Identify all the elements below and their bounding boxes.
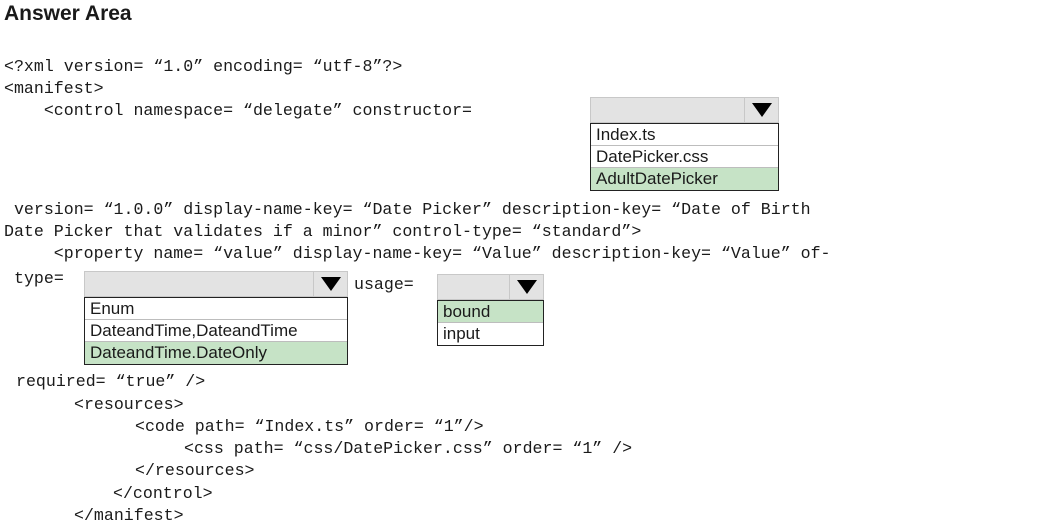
- usage-dropdown-field[interactable]: [437, 274, 544, 300]
- constructor-option-adultdatepicker[interactable]: AdultDatePicker: [591, 168, 778, 190]
- usage-options-list: bound input: [437, 300, 544, 346]
- code-line-manifest-open: <manifest>: [4, 79, 104, 98]
- code-line-resources-close: </resources>: [135, 461, 255, 480]
- type-option-dateandtime-dateonly[interactable]: DateandTime.DateOnly: [85, 342, 347, 364]
- code-line-required: required= “true” />: [16, 372, 206, 391]
- code-line-xml-decl: <?xml version= “1.0” encoding= “utf-8”?>: [4, 57, 403, 76]
- chevron-down-icon: [320, 277, 341, 291]
- constructor-dropdown-button[interactable]: [744, 98, 778, 122]
- code-line-control-open: <control namespace= “delegate” construct…: [4, 101, 473, 120]
- chevron-down-icon: [751, 103, 772, 117]
- code-line-control-close: </control>: [113, 484, 213, 503]
- code-line-code-path: <code path= “Index.ts” order= “1”/>: [135, 417, 484, 436]
- type-option-enum[interactable]: Enum: [85, 298, 347, 320]
- constructor-option-index-ts[interactable]: Index.ts: [591, 124, 778, 146]
- code-line-usage-label: usage=: [354, 275, 414, 294]
- chevron-down-icon: [516, 280, 537, 294]
- constructor-option-datepicker-css[interactable]: DatePicker.css: [591, 146, 778, 168]
- type-dropdown-field[interactable]: [84, 271, 348, 297]
- usage-option-input[interactable]: input: [438, 323, 543, 345]
- answer-area-title: Answer Area: [4, 2, 132, 25]
- code-line-description: Date Picker that validates if a minor” c…: [4, 222, 642, 241]
- code-line-manifest-close: </manifest>: [74, 506, 184, 525]
- constructor-dropdown-field[interactable]: [590, 97, 779, 123]
- type-dropdown-button[interactable]: [313, 272, 347, 296]
- type-option-dateandtime-dateandtime[interactable]: DateandTime,DateandTime: [85, 320, 347, 342]
- code-line-version: version= “1.0.0” display-name-key= “Date…: [4, 200, 811, 219]
- usage-dropdown-button[interactable]: [509, 275, 543, 299]
- constructor-options-list: Index.ts DatePicker.css AdultDatePicker: [590, 123, 779, 191]
- usage-option-bound[interactable]: bound: [438, 301, 543, 323]
- type-options-list: Enum DateandTime,DateandTime DateandTime…: [84, 297, 348, 365]
- code-line-css-path: <css path= “css/DatePicker.css” order= “…: [184, 439, 633, 458]
- code-line-property-open: <property name= “value” display-name-key…: [4, 244, 831, 263]
- code-line-resources-open: <resources>: [74, 395, 184, 414]
- code-line-type-label: type=: [14, 269, 64, 288]
